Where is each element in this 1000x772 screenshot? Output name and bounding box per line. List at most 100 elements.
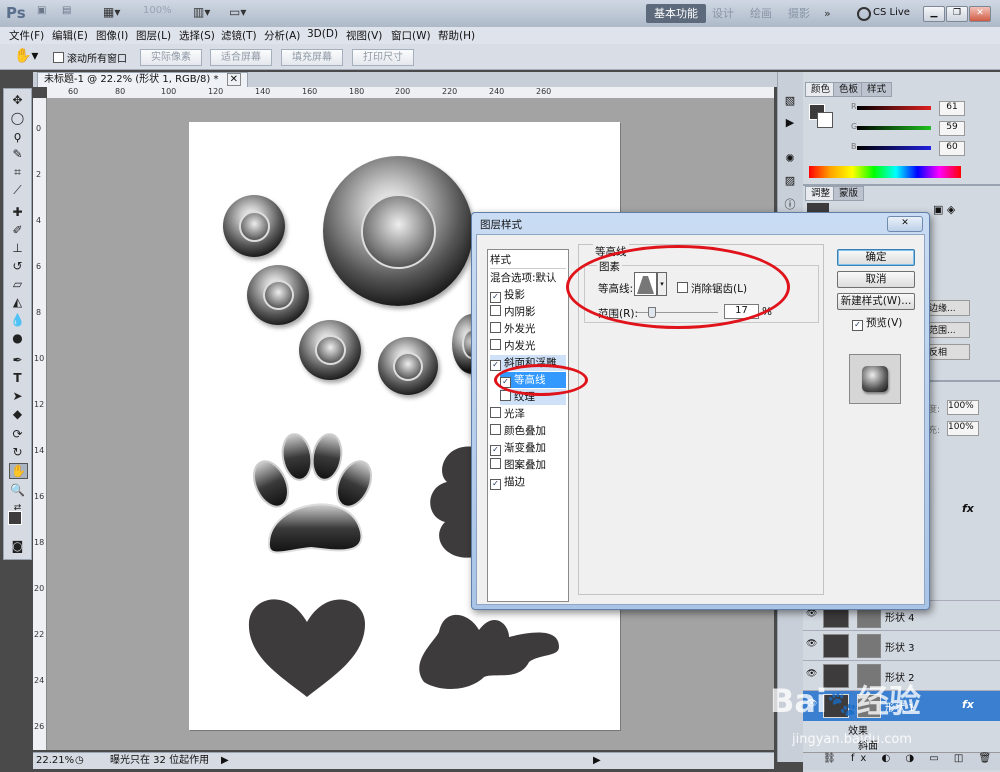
move-tool-icon[interactable]: ✥: [9, 93, 26, 107]
style-item-drop-shadow[interactable]: ✓ 投影: [490, 287, 566, 303]
checkbox-checked-icon[interactable]: ✓: [490, 445, 501, 456]
style-item-inner-glow[interactable]: 内发光: [490, 338, 566, 354]
invert-button-fragment[interactable]: 反相: [928, 344, 970, 360]
blur-tool-icon[interactable]: 💧: [9, 313, 26, 327]
ok-button[interactable]: 确定: [837, 249, 915, 266]
style-item-stroke[interactable]: ✓ 描边: [490, 474, 566, 490]
new-style-button[interactable]: 新建样式(W)...: [837, 293, 915, 310]
status-arrow-icon[interactable]: ▶: [221, 753, 229, 769]
green-slider[interactable]: [857, 126, 931, 130]
tab-styles[interactable]: 样式: [861, 82, 893, 97]
style-item-gradient-overlay[interactable]: ✓ 渐变叠加: [490, 440, 566, 456]
foreground-color-swatch[interactable]: [8, 511, 22, 525]
mask-edge-button-fragment[interactable]: 边缘...: [928, 300, 970, 316]
scroll-all-windows-checkbox[interactable]: 滚动所有窗口: [53, 50, 127, 65]
blending-options-item[interactable]: 混合选项:默认: [490, 270, 566, 286]
fit-screen-button[interactable]: 适合屏幕: [210, 49, 272, 66]
fill-field[interactable]: 100%: [947, 421, 979, 436]
checkbox-checked-icon[interactable]: ✓: [852, 320, 863, 331]
menu-layer[interactable]: 图层(L): [136, 28, 171, 43]
quick-select-tool-icon[interactable]: ✎: [9, 147, 26, 161]
opacity-field[interactable]: 100%: [947, 400, 979, 415]
checkbox-icon[interactable]: [490, 458, 501, 469]
zoom-level-display[interactable]: 100%: [143, 5, 172, 21]
hand-tool-icon-active[interactable]: ✋: [9, 463, 28, 479]
color-range-button-fragment[interactable]: 范围...: [928, 322, 970, 338]
menu-filter[interactable]: 滤镜(T): [221, 28, 257, 43]
blue-value-field[interactable]: 60: [939, 141, 965, 156]
menu-window[interactable]: 窗口(W): [391, 28, 431, 43]
green-value-field[interactable]: 59: [939, 121, 965, 136]
shape-tool-icon[interactable]: ◆: [9, 407, 26, 421]
actions-panel-icon[interactable]: ▶: [782, 116, 798, 130]
red-slider[interactable]: [857, 106, 931, 110]
actual-pixels-button[interactable]: 实际像素: [140, 49, 202, 66]
checkbox-checked-icon[interactable]: ✓: [490, 360, 501, 371]
layers-panel-footer-icons[interactable]: ⛓ fx ◐ ◑ ▭ ◫ 🗑: [803, 752, 1000, 770]
checkbox-checked-icon[interactable]: ✓: [490, 479, 501, 490]
workspace-design[interactable]: 设计: [704, 4, 742, 23]
menu-edit[interactable]: 编辑(E): [52, 28, 88, 43]
cs-live-icon[interactable]: [857, 7, 871, 21]
mask-options-icon[interactable]: ▣ ◈: [933, 203, 955, 216]
pen-tool-icon[interactable]: ✒: [9, 353, 26, 367]
menu-select[interactable]: 选择(S): [179, 28, 215, 43]
checkbox-icon[interactable]: [490, 424, 501, 435]
print-size-button[interactable]: 打印尺寸: [352, 49, 414, 66]
checkbox-icon[interactable]: [490, 305, 501, 316]
red-value-field[interactable]: 61: [939, 101, 965, 116]
dodge-tool-icon[interactable]: ●: [9, 331, 26, 345]
healing-brush-tool-icon[interactable]: ✚: [9, 205, 26, 219]
minimize-button[interactable]: ▁: [923, 6, 945, 22]
hand-tool-icon[interactable]: ✋▾: [14, 48, 38, 64]
workspace-photography[interactable]: 摄影: [780, 4, 818, 23]
quick-mask-icon[interactable]: ◙: [9, 539, 26, 553]
close-app-button[interactable]: ✕: [969, 6, 991, 22]
more-workspaces-button[interactable]: »: [816, 4, 839, 23]
paint-bucket-tool-icon[interactable]: ◭: [9, 295, 26, 309]
type-tool-icon[interactable]: T: [9, 371, 26, 385]
menu-view[interactable]: 视图(V): [346, 28, 382, 43]
eraser-tool-icon[interactable]: ▱: [9, 277, 26, 291]
info-panel-icon[interactable]: ⓘ: [782, 196, 798, 211]
layer-effects-icon[interactable]: fx: [962, 502, 974, 515]
menu-3d[interactable]: 3D(D): [307, 28, 338, 40]
document-tab[interactable]: 未标题-1 @ 22.2% (形状 1, RGB/8) * ✕: [37, 72, 249, 87]
crop-tool-icon[interactable]: ⌗: [9, 165, 26, 179]
path-selection-tool-icon[interactable]: ➤: [9, 389, 26, 403]
3d-orbit-tool-icon[interactable]: ↻: [9, 445, 26, 459]
style-item-outer-glow[interactable]: 外发光: [490, 321, 566, 337]
brush-tool-icon[interactable]: ✐: [9, 223, 26, 237]
menu-image[interactable]: 图像(I): [96, 28, 128, 43]
style-item-pattern-overlay[interactable]: 图案叠加: [490, 457, 566, 473]
history-panel-icon[interactable]: ▧: [782, 94, 798, 108]
styles-header[interactable]: 样式: [490, 252, 566, 269]
menu-help[interactable]: 帮助(H): [438, 28, 475, 43]
layer-effects-icon[interactable]: fx: [962, 698, 974, 711]
style-item-color-overlay[interactable]: 颜色叠加: [490, 423, 566, 439]
status-menu-icon[interactable]: ◷: [75, 753, 84, 769]
color-spectrum-bar[interactable]: [809, 166, 961, 178]
fill-screen-button[interactable]: 填充屏幕: [281, 49, 343, 66]
checkbox-icon[interactable]: [490, 407, 501, 418]
checkbox-icon[interactable]: [490, 322, 501, 333]
checkbox-checked-icon[interactable]: ✓: [490, 292, 501, 303]
lasso-tool-icon[interactable]: ϙ: [9, 129, 26, 143]
cancel-button[interactable]: 取消: [837, 271, 915, 288]
histogram-panel-icon[interactable]: ▨: [782, 174, 798, 188]
clone-stamp-tool-icon[interactable]: ⊥: [9, 241, 26, 255]
menu-analysis[interactable]: 分析(A): [264, 28, 300, 43]
eye-visibility-icon[interactable]: 👁: [806, 639, 817, 649]
checkbox-icon[interactable]: [490, 339, 501, 350]
zoom-tool-icon[interactable]: 🔍: [9, 483, 26, 497]
mini-bridge-icon[interactable]: ▤: [62, 5, 71, 21]
tab-color[interactable]: 颜色: [805, 82, 837, 97]
tab-masks[interactable]: 蒙版: [833, 186, 865, 201]
screen-mode-icon[interactable]: ▭▾: [229, 5, 246, 21]
workspace-essentials[interactable]: 基本功能: [646, 4, 706, 23]
restore-button[interactable]: ❐: [946, 6, 968, 22]
history-brush-tool-icon[interactable]: ↺: [9, 259, 26, 273]
style-item-satin[interactable]: 光泽: [490, 406, 566, 422]
marquee-tool-icon[interactable]: ◯: [9, 111, 26, 125]
blue-slider[interactable]: [857, 146, 931, 150]
